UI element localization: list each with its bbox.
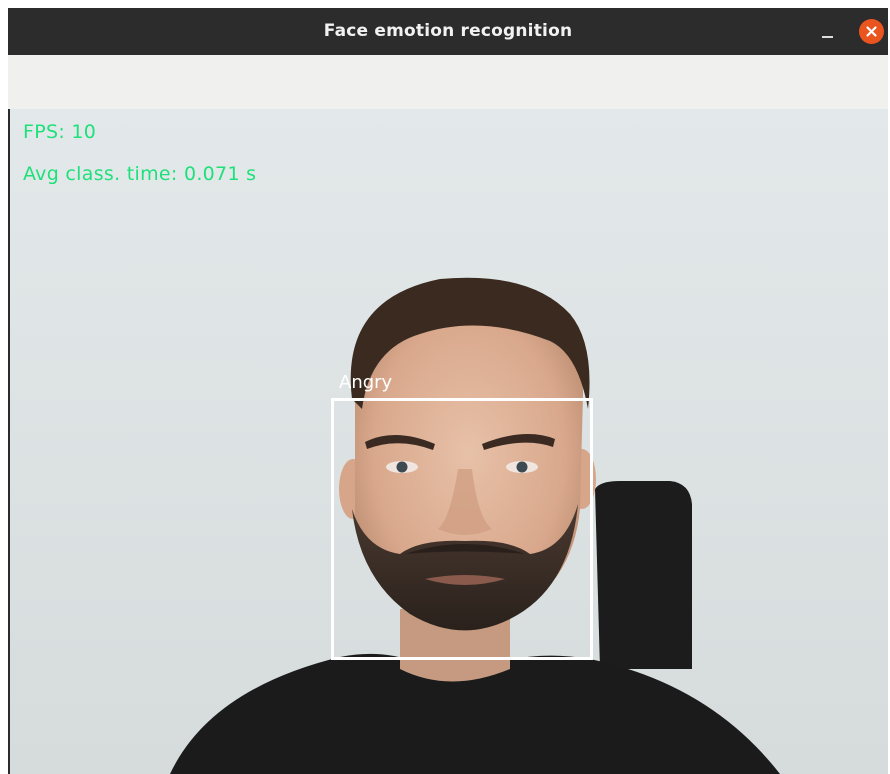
close-button[interactable] <box>859 19 884 44</box>
toolbar-area <box>8 55 888 109</box>
emotion-label: Angry <box>339 372 393 393</box>
app-window: Face emotion recognition FPS: 10 Avg cla… <box>8 8 888 774</box>
face-bounding-box <box>331 398 593 660</box>
window-title: Face emotion recognition <box>323 21 573 41</box>
minimize-button[interactable] <box>816 20 840 44</box>
minimize-icon <box>822 36 833 38</box>
title-bar[interactable]: Face emotion recognition <box>8 8 888 55</box>
fps-readout: FPS: 10 <box>23 121 97 143</box>
camera-feed: FPS: 10 Avg class. time: 0.071 s Angry <box>10 109 888 774</box>
avg-classification-time: Avg class. time: 0.071 s <box>23 163 257 185</box>
close-icon <box>866 26 877 37</box>
